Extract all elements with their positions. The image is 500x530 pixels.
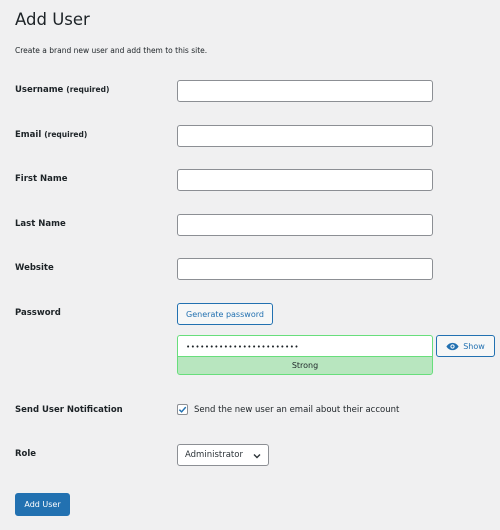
username-required-note: (required) bbox=[66, 85, 110, 94]
password-field-group: •••••••••••••••••••••••• Strong bbox=[177, 335, 433, 375]
page-description: Create a brand new user and add them to … bbox=[15, 46, 208, 55]
website-label: Website bbox=[15, 263, 54, 273]
username-input[interactable] bbox=[177, 80, 433, 102]
password-strength-indicator: Strong bbox=[177, 356, 433, 375]
chevron-down-icon bbox=[252, 451, 262, 461]
notification-checkbox-text: Send the new user an email about their a… bbox=[194, 404, 400, 415]
last-name-label: Last Name bbox=[15, 219, 66, 229]
page-title: Add User bbox=[15, 10, 90, 29]
first-name-input[interactable] bbox=[177, 169, 433, 191]
email-input[interactable] bbox=[177, 125, 433, 147]
checkmark-icon bbox=[178, 405, 187, 414]
show-password-button[interactable]: Show bbox=[436, 335, 495, 357]
last-name-input[interactable] bbox=[177, 214, 433, 236]
role-select[interactable]: Administrator bbox=[177, 444, 269, 466]
email-required-note: (required) bbox=[44, 130, 88, 139]
first-name-label: First Name bbox=[15, 174, 68, 184]
password-label: Password bbox=[15, 308, 61, 318]
role-selected-value: Administrator bbox=[185, 450, 243, 460]
role-label: Role bbox=[15, 449, 37, 459]
username-label: Username (required) bbox=[15, 85, 109, 95]
notification-label: Send User Notification bbox=[15, 405, 123, 415]
generate-password-button[interactable]: Generate password bbox=[177, 303, 273, 325]
add-user-button[interactable]: Add User bbox=[15, 493, 70, 516]
email-label-text: Email bbox=[15, 130, 42, 140]
password-input[interactable]: •••••••••••••••••••••••• bbox=[177, 335, 433, 357]
username-label-text: Username bbox=[15, 85, 64, 95]
notification-row: Send the new user an email about their a… bbox=[177, 404, 399, 415]
email-label: Email (required) bbox=[15, 130, 87, 140]
notification-checkbox[interactable] bbox=[177, 404, 188, 415]
website-input[interactable] bbox=[177, 258, 433, 280]
eye-icon bbox=[446, 342, 459, 351]
show-password-label: Show bbox=[463, 341, 485, 351]
